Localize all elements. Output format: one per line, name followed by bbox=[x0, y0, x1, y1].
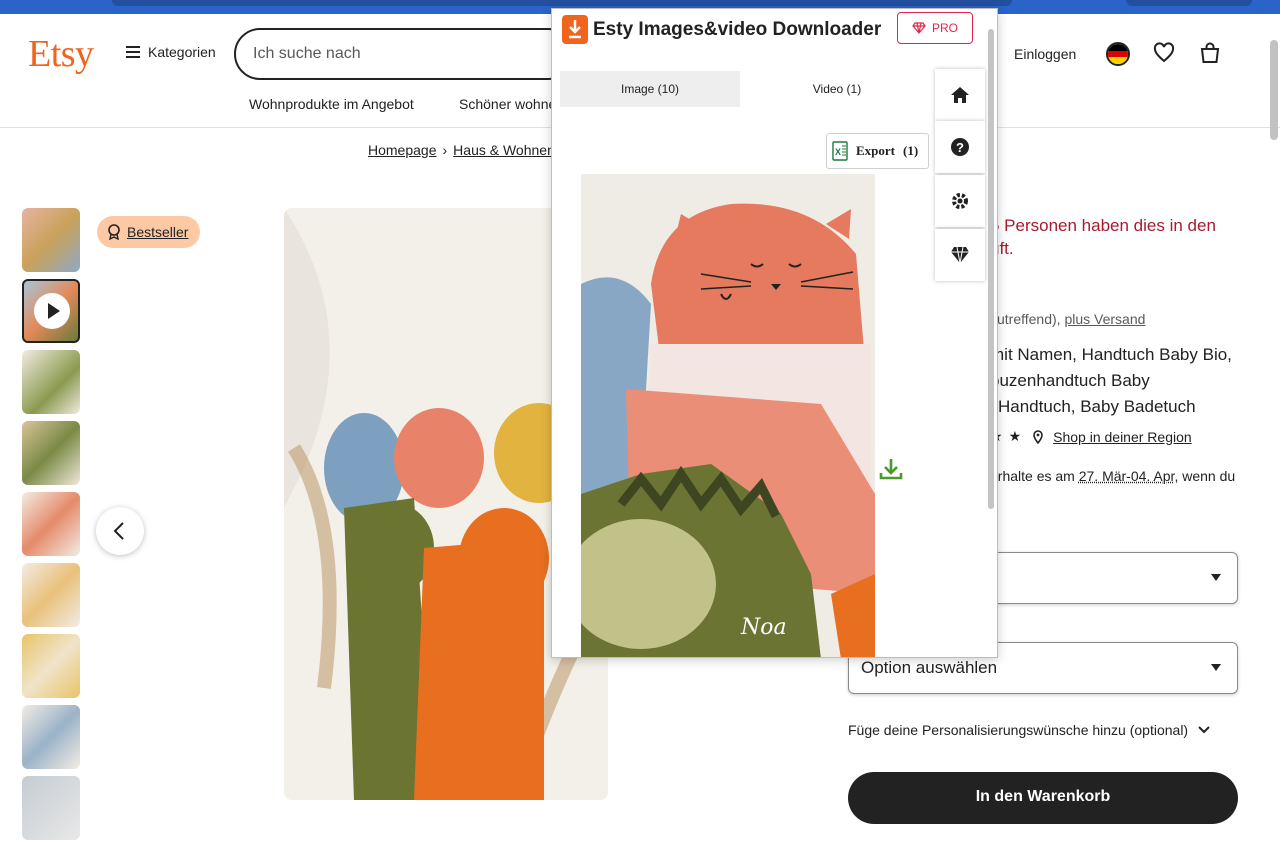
export-button[interactable]: X Export (1) bbox=[826, 133, 929, 169]
star-icon: ★ bbox=[1009, 428, 1022, 445]
home-icon bbox=[950, 86, 970, 104]
settings-button[interactable] bbox=[935, 175, 985, 227]
variant-select-value: Option auswählen bbox=[861, 658, 997, 678]
popup-header: Esty Images&video Downloader PRO bbox=[552, 9, 998, 51]
previous-image-button[interactable] bbox=[96, 507, 144, 555]
diamond-icon bbox=[950, 246, 970, 264]
bestseller-badge[interactable]: Bestseller bbox=[97, 216, 200, 248]
location-pin-icon bbox=[1033, 430, 1043, 444]
search-input[interactable]: Ich suche nach bbox=[234, 28, 574, 80]
add-to-cart-button[interactable]: In den Warenkorb bbox=[848, 772, 1238, 824]
add-to-cart-label: In den Warenkorb bbox=[976, 788, 1111, 806]
premium-button[interactable] bbox=[935, 229, 985, 281]
login-link[interactable]: Einloggen bbox=[1014, 46, 1076, 62]
svg-text:Noa: Noa bbox=[740, 615, 787, 640]
thumbnail-list bbox=[22, 208, 80, 847]
thumbnail-6[interactable] bbox=[22, 563, 80, 627]
product-title-line-3: Handtuch, Baby Badetuch bbox=[998, 397, 1196, 417]
thumbnail-7[interactable] bbox=[22, 634, 80, 698]
top-strip-button bbox=[1126, 0, 1252, 6]
page-scrollbar[interactable] bbox=[1270, 40, 1278, 140]
gear-icon bbox=[950, 191, 970, 211]
price-note-prefix: zutreffend), bbox=[990, 311, 1061, 327]
shopping-bag-icon[interactable] bbox=[1198, 41, 1222, 65]
thumbnail-1[interactable] bbox=[22, 208, 80, 272]
bestseller-label: Bestseller bbox=[127, 224, 188, 240]
hamburger-icon bbox=[126, 46, 140, 58]
home-button[interactable] bbox=[935, 69, 985, 121]
export-count: (1) bbox=[903, 143, 918, 159]
product-title-line-2: puzenhandtuch Baby bbox=[990, 371, 1150, 391]
badge-icon bbox=[107, 224, 121, 240]
play-icon bbox=[34, 293, 70, 329]
thumbnail-5[interactable] bbox=[22, 492, 80, 556]
export-label: Export bbox=[856, 143, 895, 159]
breadcrumb: Homepage › Haus & Wohnen bbox=[368, 142, 555, 158]
heart-icon[interactable] bbox=[1152, 41, 1176, 65]
download-logo-icon bbox=[562, 15, 588, 44]
subnav-item-living[interactable]: Schöner wohne bbox=[459, 96, 556, 112]
shop-region-link[interactable]: Shop in deiner Region bbox=[1053, 429, 1192, 445]
tab-video[interactable]: Video (1) bbox=[747, 71, 927, 107]
help-button[interactable]: ? bbox=[935, 121, 985, 173]
breadcrumb-category[interactable]: Haus & Wohnen bbox=[453, 142, 555, 158]
popup-scrollbar[interactable] bbox=[988, 29, 994, 509]
svg-text:X: X bbox=[835, 147, 841, 157]
popup-title: Esty Images&video Downloader bbox=[593, 19, 881, 41]
chevron-down-icon bbox=[1211, 574, 1221, 581]
delivery-suffix: , wenn du bbox=[1174, 468, 1235, 484]
price-note: zutreffend), plus Versand bbox=[990, 311, 1145, 327]
image-preview: Noa bbox=[581, 174, 875, 658]
pro-label: PRO bbox=[932, 21, 958, 35]
delivery-info: erhalte es am 27. Mär-04. Apr, wenn du bbox=[990, 468, 1235, 484]
categories-label: Kategorien bbox=[148, 44, 216, 60]
downloader-popup: Esty Images&video Downloader PRO Image (… bbox=[551, 8, 998, 658]
diamond-icon bbox=[912, 22, 926, 34]
thumbnail-9[interactable] bbox=[22, 776, 80, 840]
delivery-prefix: erhalte es am bbox=[990, 468, 1075, 484]
breadcrumb-separator: › bbox=[443, 142, 448, 158]
thumbnail-3[interactable] bbox=[22, 350, 80, 414]
categories-button[interactable]: Kategorien bbox=[126, 44, 216, 60]
excel-icon: X bbox=[832, 141, 848, 161]
pro-button[interactable]: PRO bbox=[897, 12, 973, 44]
help-icon: ? bbox=[950, 137, 970, 157]
etsy-logo[interactable]: Etsy bbox=[28, 32, 94, 76]
top-strip-bar bbox=[112, 0, 1012, 6]
thumbnail-4[interactable] bbox=[22, 421, 80, 485]
chevron-down-icon bbox=[1198, 726, 1210, 734]
search-placeholder: Ich suche nach bbox=[253, 45, 361, 63]
personalization-label: Füge deine Personalisierungswünsche hinz… bbox=[848, 722, 1188, 738]
shipping-link[interactable]: plus Versand bbox=[1064, 311, 1145, 327]
tab-image[interactable]: Image (10) bbox=[560, 71, 740, 107]
svg-text:?: ? bbox=[956, 140, 964, 155]
personalization-toggle[interactable]: Füge deine Personalisierungswünsche hinz… bbox=[848, 722, 1210, 738]
chevron-down-icon bbox=[1211, 664, 1221, 671]
delivery-date[interactable]: 27. Mär-04. Apr bbox=[1079, 468, 1175, 484]
social-proof-line-1: 5 Personen haben dies in den bbox=[990, 216, 1216, 236]
chevron-left-icon bbox=[112, 521, 128, 541]
subnav-item-sale[interactable]: Wohnprodukte im Angebot bbox=[249, 96, 414, 112]
flag-de-icon[interactable] bbox=[1106, 42, 1130, 66]
product-title-line-1: mit Namen, Handtuch Baby Bio, bbox=[990, 345, 1232, 365]
rating-row: ★ ★ Shop in deiner Region bbox=[990, 428, 1192, 445]
thumbnail-video[interactable] bbox=[22, 279, 80, 343]
breadcrumb-home[interactable]: Homepage bbox=[368, 142, 437, 158]
thumbnail-8[interactable] bbox=[22, 705, 80, 769]
download-icon[interactable] bbox=[879, 457, 903, 481]
